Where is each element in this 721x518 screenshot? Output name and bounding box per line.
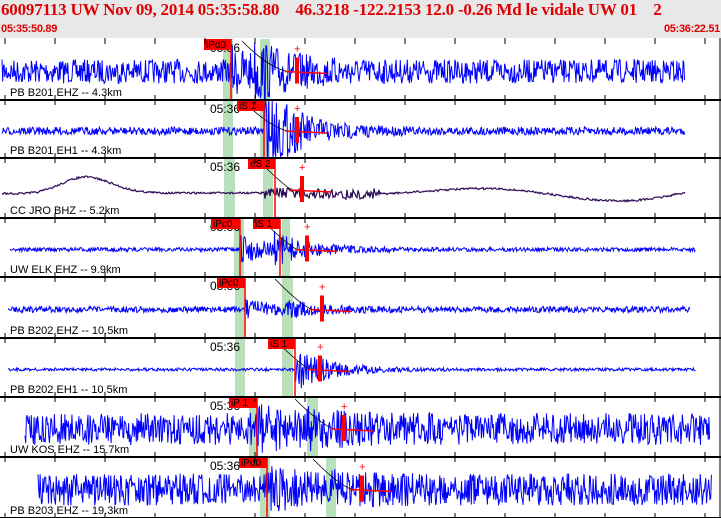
coda-plus-icon: + bbox=[294, 103, 300, 115]
pick-label[interactable]: iS 1 bbox=[239, 101, 257, 112]
coda-plus-icon: + bbox=[299, 162, 305, 174]
pick-label[interactable]: iPc0 bbox=[213, 219, 233, 230]
coda-plus-icon: + bbox=[319, 282, 325, 294]
station-label: CC JRO BHZ -- 5.2km bbox=[10, 205, 119, 217]
minute-label: 05:36 bbox=[210, 102, 240, 116]
minute-label: 05:36 bbox=[210, 160, 240, 174]
coda-plus-icon: + bbox=[341, 401, 347, 413]
station-label: PB B202 EHZ -- 10.5km bbox=[10, 325, 128, 337]
seismic-trace bbox=[37, 466, 712, 512]
coda-plus-icon: + bbox=[359, 462, 365, 474]
trace-panel-5[interactable]: 05:36+iPc0PB B202 EHZ -- 10.5km bbox=[7, 277, 691, 338]
station-label: UW ELK EHZ -- 9.9km bbox=[10, 264, 121, 276]
pick-label[interactable]: iPd0 bbox=[206, 40, 226, 51]
trace-panel-3[interactable]: 05:36 + eS 2 CC JRO BHZ -- 5.2km bbox=[1, 158, 686, 218]
pick-label[interactable]: iPc0 bbox=[219, 278, 239, 289]
coda-plus-icon: + bbox=[294, 44, 300, 56]
pick-label[interactable]: iP 1 bbox=[231, 398, 248, 409]
pick-label[interactable]: eS 2 bbox=[250, 159, 271, 170]
trace-panel-6[interactable]: 05:36 + iS 1 PB B202 EH1 -- 10.5km bbox=[7, 338, 696, 397]
station-label: PB B203 EHZ -- 19.3km bbox=[10, 505, 128, 517]
minute-label: 05:36 bbox=[210, 459, 240, 473]
coda-plus-icon: + bbox=[304, 222, 310, 234]
seismic-trace bbox=[7, 299, 691, 319]
minute-label: 05:36 bbox=[210, 340, 240, 354]
seismogram-panels[interactable]: 05:36+iPd0PB B201 EHZ -- 4.3km05:36+iS 1… bbox=[0, 0, 721, 518]
trace-panel-7[interactable]: 05:36 +iP 1UW KOS EHZ -- 15.7km bbox=[10, 397, 711, 457]
seismic-trace bbox=[9, 231, 696, 266]
trace-panel-4[interactable]: 05:36+iPc0iS 1UW ELK EHZ -- 9.9km bbox=[9, 218, 696, 277]
trace-panel-1[interactable]: 05:36+iPd0PB B201 EHZ -- 4.3km bbox=[1, 39, 685, 100]
seismic-trace bbox=[1, 175, 686, 203]
trace-panel-2[interactable]: 05:36 +iS 1PB B201 EH1 -- 4.3km bbox=[1, 100, 685, 158]
trace-panel-8[interactable]: 05:36 + iPd0 PB B203 EHZ -- 19.3km bbox=[10, 457, 712, 518]
pick-label[interactable]: iS 1 bbox=[270, 339, 288, 350]
station-label: PB B202 EH1 -- 10.5km bbox=[10, 384, 127, 396]
station-label: UW KOS EHZ -- 15.7km bbox=[10, 444, 129, 456]
coda-plus-icon: + bbox=[317, 342, 323, 354]
pick-label[interactable]: iPd0 bbox=[241, 458, 261, 469]
pick-label[interactable]: iS 1 bbox=[255, 219, 273, 230]
